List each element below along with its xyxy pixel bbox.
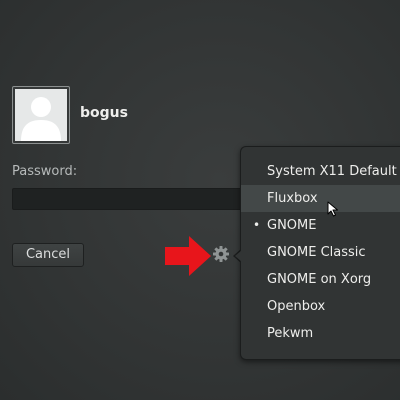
session-item-openbox[interactable]: Openbox	[241, 293, 400, 320]
session-item-label: System X11 Default	[267, 164, 397, 179]
selected-bullet-icon: •	[253, 218, 261, 232]
avatar-icon	[15, 89, 67, 141]
session-item-system-x11-default[interactable]: System X11 Default	[241, 158, 400, 185]
session-item-label: Pekwm	[267, 326, 314, 341]
session-item-label: GNOME Classic	[267, 245, 366, 260]
session-item-gnome-on-xorg[interactable]: GNOME on Xorg	[241, 266, 400, 293]
password-input[interactable]	[12, 188, 252, 210]
session-item-fluxbox[interactable]: Fluxbox	[241, 185, 400, 212]
username-label: bogus	[80, 105, 128, 121]
cancel-button[interactable]: Cancel	[12, 243, 84, 267]
gear-icon[interactable]	[212, 245, 230, 263]
session-item-label: GNOME on Xorg	[267, 272, 372, 287]
session-menu: System X11 Default Fluxbox • GNOME GNOME…	[241, 158, 400, 347]
session-item-label: Openbox	[267, 299, 326, 314]
session-item-label: Fluxbox	[267, 191, 318, 206]
session-item-gnome[interactable]: • GNOME	[241, 212, 400, 239]
session-item-label: GNOME	[267, 218, 317, 233]
mouse-cursor-icon	[327, 201, 338, 217]
password-label: Password:	[12, 164, 78, 179]
session-item-gnome-classic[interactable]: GNOME Classic	[241, 239, 400, 266]
red-arrow-icon	[165, 236, 211, 276]
session-item-pekwm[interactable]: Pekwm	[241, 320, 400, 347]
user-avatar	[12, 86, 70, 144]
